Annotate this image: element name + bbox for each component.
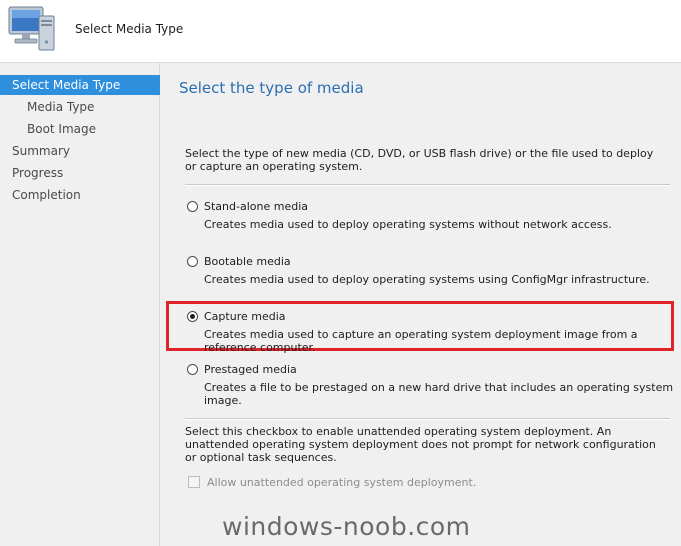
sidebar-item-media-type[interactable]: Media Type [0, 97, 186, 117]
allow-unattended-checkbox[interactable] [188, 476, 200, 488]
prestaged-media-label[interactable]: Prestaged media [204, 363, 297, 376]
sidebar-item-progress[interactable]: Progress [0, 163, 171, 183]
bootable-media-description: Creates media used to deploy operating s… [204, 273, 650, 286]
standalone-media-description: Creates media used to deploy operating s… [204, 218, 612, 231]
media-type-description: Select the type of new media (CD, DVD, o… [185, 147, 654, 173]
standalone-media-radio[interactable] [187, 201, 198, 212]
header-title: Select Media Type [75, 22, 184, 36]
bootable-media-radio[interactable] [187, 256, 198, 267]
computer-icon [6, 4, 60, 56]
watermark: windows-noob.com [222, 512, 471, 541]
capture-media-description: Creates media used to capture an operati… [204, 328, 638, 354]
allow-unattended-label: Allow unattended operating system deploy… [207, 476, 477, 489]
bootable-media-label[interactable]: Bootable media [204, 255, 291, 268]
sidebar-item-boot-image[interactable]: Boot Image [0, 119, 186, 139]
prestaged-media-radio[interactable] [187, 364, 198, 375]
standalone-media-label[interactable]: Stand-alone media [204, 200, 308, 213]
wizard-header: Select Media Type [0, 0, 681, 62]
sidebar-item-completion[interactable]: Completion [0, 185, 171, 205]
unattended-description: Select this checkbox to enable unattende… [185, 425, 656, 464]
wizard-sidebar: Select Media Type Media Type Boot Image … [0, 63, 171, 546]
page-title: Select the type of media [179, 79, 364, 97]
capture-media-radio[interactable] [187, 311, 198, 322]
prestaged-media-description: Creates a file to be prestaged on a new … [204, 381, 674, 407]
wizard-content: Select the type of media Select the type… [160, 63, 681, 546]
sidebar-item-summary[interactable]: Summary [0, 141, 171, 161]
separator [185, 418, 670, 420]
sidebar-item-select-media-type[interactable]: Select Media Type [0, 75, 171, 95]
separator [185, 184, 670, 186]
capture-media-label[interactable]: Capture media [204, 310, 286, 323]
